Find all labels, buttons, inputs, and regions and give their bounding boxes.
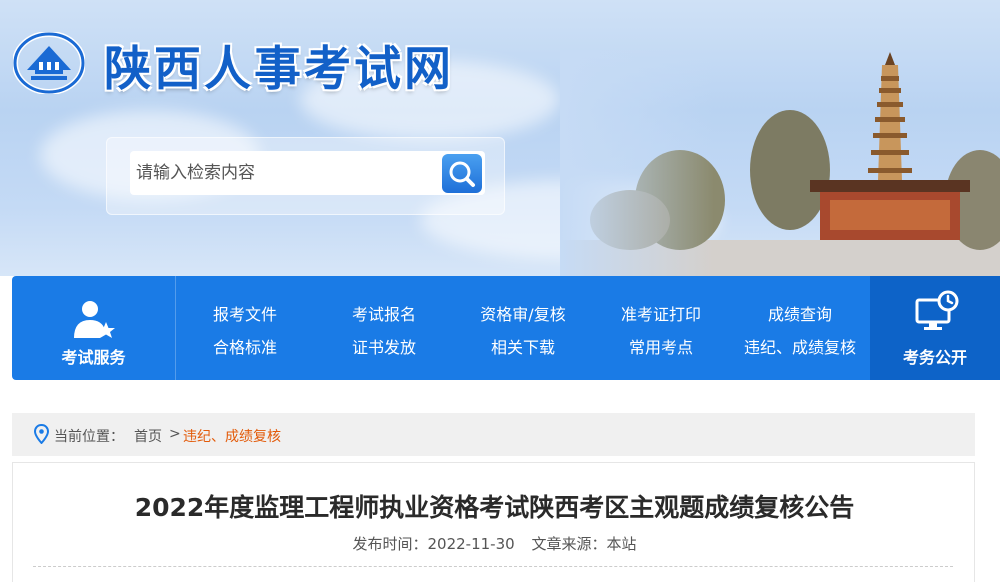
monitor-clock-icon	[915, 290, 959, 330]
nav-link-score-review[interactable]: 违纪、成绩复核	[744, 334, 856, 358]
breadcrumb-prefix: 当前位置：	[54, 429, 124, 445]
publish-label: 发布时间：	[352, 535, 428, 553]
source-label: 文章来源：	[531, 535, 607, 553]
main-navigation: 考试服务 报考文件 考试报名 资格审/复核 准考证打印 成绩查询 合格标准 证书…	[12, 276, 1000, 380]
breadcrumb-separator: >	[169, 426, 181, 442]
header-banner: 陕西人事考试网	[0, 0, 1000, 276]
breadcrumb-home-link[interactable]: 首页	[134, 426, 162, 446]
nav-link-certificate[interactable]: 证书发放	[352, 334, 416, 358]
site-title: 陕西人事考试网	[104, 42, 454, 97]
article-meta: 发布时间：2022-11-30 文章来源：本站	[13, 533, 976, 554]
article-divider	[33, 566, 953, 567]
exam-service-block[interactable]: 考试服务	[12, 276, 176, 380]
search-input[interactable]	[130, 151, 485, 195]
nav-link-downloads[interactable]: 相关下载	[491, 334, 555, 358]
exam-affairs-label: 考务公开	[902, 348, 967, 367]
nav-link-score-query[interactable]: 成绩查询	[768, 301, 832, 325]
search-button[interactable]	[442, 154, 482, 193]
pagoda-illustration	[560, 50, 1000, 276]
article-panel: 2022年度监理工程师执业资格考试陕西考区主观题成绩复核公告 发布时间：2022…	[12, 462, 975, 582]
nav-links: 报考文件 考试报名 资格审/复核 准考证打印 成绩查询 合格标准 证书发放 相关…	[176, 276, 870, 380]
article-title: 2022年度监理工程师执业资格考试陕西考区主观题成绩复核公告	[134, 493, 855, 522]
exam-service-label: 考试服务	[61, 348, 126, 367]
breadcrumb: 当前位置： 首页 > 违纪、成绩复核	[12, 413, 975, 456]
site-logo-icon	[13, 32, 85, 94]
breadcrumb-current-link[interactable]: 违纪、成绩复核	[183, 426, 281, 446]
nav-link-exam-docs[interactable]: 报考文件	[213, 301, 277, 325]
nav-link-qualification-review[interactable]: 资格审/复核	[480, 301, 565, 325]
location-pin-icon	[34, 424, 49, 444]
user-service-icon	[74, 301, 115, 338]
nav-link-registration[interactable]: 考试报名	[352, 301, 416, 325]
source-value: 本站	[606, 535, 637, 553]
publish-date: 2022-11-30	[427, 535, 515, 553]
source-info: 文章来源：本站	[531, 535, 636, 553]
nav-link-pass-standard[interactable]: 合格标准	[213, 334, 277, 358]
publish-info: 发布时间：2022-11-30	[352, 535, 514, 553]
exam-affairs-block[interactable]: 考务公开	[870, 276, 1000, 380]
nav-link-admission-ticket[interactable]: 准考证打印	[621, 301, 701, 325]
nav-link-test-centers[interactable]: 常用考点	[629, 334, 693, 358]
search-icon	[449, 161, 475, 187]
